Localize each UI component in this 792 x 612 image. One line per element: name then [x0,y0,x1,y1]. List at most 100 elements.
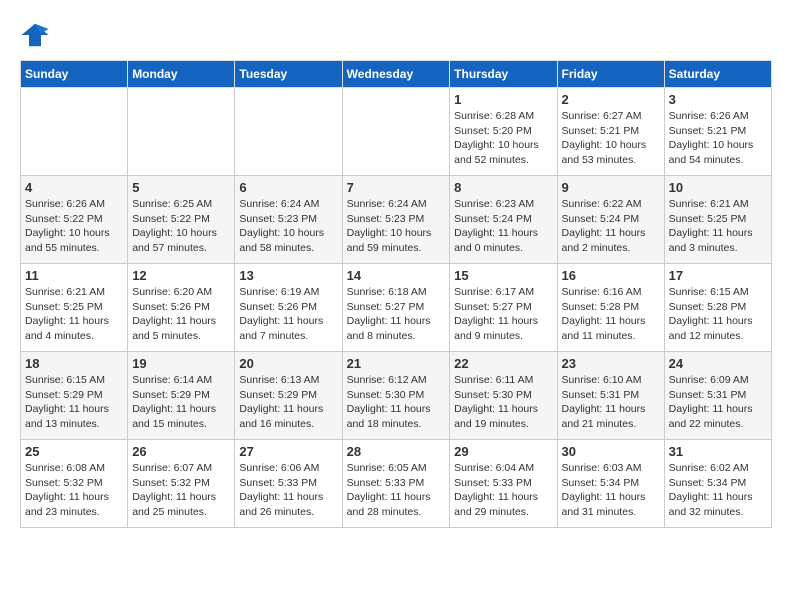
calendar-cell: 26 Sunrise: 6:07 AM Sunset: 5:32 PM Dayli… [128,440,235,528]
day-number: 11 [25,268,123,283]
day-info: Sunrise: 6:11 AM Sunset: 5:30 PM Dayligh… [454,373,552,432]
day-number: 1 [454,92,552,107]
day-info: Sunrise: 6:21 AM Sunset: 5:25 PM Dayligh… [669,197,767,256]
calendar-cell: 8 Sunrise: 6:23 AM Sunset: 5:24 PM Daylig… [450,176,557,264]
calendar-cell: 9 Sunrise: 6:22 AM Sunset: 5:24 PM Daylig… [557,176,664,264]
day-number: 31 [669,444,767,459]
calendar-cell: 21 Sunrise: 6:12 AM Sunset: 5:30 PM Dayli… [342,352,450,440]
logo-icon [20,20,50,50]
calendar-cell [235,88,342,176]
calendar-week-5: 25Sunrise: 6:08 AM Sunset: 5:32 PM Dayli… [21,440,772,528]
day-number: 8 [454,180,552,195]
calendar-cell [342,88,450,176]
day-info: Sunrise: 6:03 AM Sunset: 5:34 PM Dayligh… [562,461,660,520]
calendar-header-row: SundayMondayTuesdayWednesdayThursdayFrid… [21,61,772,88]
calendar-cell: 20Sunrise: 6:13 AM Sunset: 5:29 PM Dayli… [235,352,342,440]
calendar-cell: 5 Sunrise: 6:25 AM Sunset: 5:22 PM Daylig… [128,176,235,264]
day-info: Sunrise: 6:12 AM Sunset: 5:30 PM Dayligh… [347,373,446,432]
calendar-cell: 11 Sunrise: 6:21 AM Sunset: 5:25 PM Dayli… [21,264,128,352]
calendar-cell: 17 Sunrise: 6:15 AM Sunset: 5:28 PM Dayli… [664,264,771,352]
day-info: Sunrise: 6:20 AM Sunset: 5:26 PM Dayligh… [132,285,230,344]
calendar-cell: 24 Sunrise: 6:09 AM Sunset: 5:31 PM Dayli… [664,352,771,440]
header-monday: Monday [128,61,235,88]
day-number: 21 [347,356,446,371]
calendar-cell: 3Sunrise: 6:26 AM Sunset: 5:21 PM Daylig… [664,88,771,176]
calendar-cell: 30 Sunrise: 6:03 AM Sunset: 5:34 PM Dayli… [557,440,664,528]
day-info: Sunrise: 6:24 AM Sunset: 5:23 PM Dayligh… [347,197,446,256]
header-saturday: Saturday [664,61,771,88]
day-info: Sunrise: 6:25 AM Sunset: 5:22 PM Dayligh… [132,197,230,256]
day-number: 3 [669,92,767,107]
day-info: Sunrise: 6:23 AM Sunset: 5:24 PM Dayligh… [454,197,552,256]
day-info: Sunrise: 6:04 AM Sunset: 5:33 PM Dayligh… [454,461,552,520]
day-number: 9 [562,180,660,195]
day-number: 14 [347,268,446,283]
calendar-cell [128,88,235,176]
calendar-cell [21,88,128,176]
day-info: Sunrise: 6:10 AM Sunset: 5:31 PM Dayligh… [562,373,660,432]
day-number: 15 [454,268,552,283]
calendar-cell: 1 Sunrise: 6:28 AM Sunset: 5:20 PM Daylig… [450,88,557,176]
calendar-cell: 23 Sunrise: 6:10 AM Sunset: 5:31 PM Dayli… [557,352,664,440]
day-number: 10 [669,180,767,195]
day-info: Sunrise: 6:19 AM Sunset: 5:26 PM Dayligh… [239,285,337,344]
calendar-cell: 22 Sunrise: 6:11 AM Sunset: 5:30 PM Dayli… [450,352,557,440]
day-info: Sunrise: 6:17 AM Sunset: 5:27 PM Dayligh… [454,285,552,344]
header-thursday: Thursday [450,61,557,88]
calendar-cell: 10 Sunrise: 6:21 AM Sunset: 5:25 PM Dayli… [664,176,771,264]
day-number: 13 [239,268,337,283]
day-number: 17 [669,268,767,283]
day-info: Sunrise: 6:07 AM Sunset: 5:32 PM Dayligh… [132,461,230,520]
header-tuesday: Tuesday [235,61,342,88]
day-number: 7 [347,180,446,195]
day-info: Sunrise: 6:27 AM Sunset: 5:21 PM Dayligh… [562,109,660,168]
day-number: 24 [669,356,767,371]
day-number: 23 [562,356,660,371]
calendar-cell: 31 Sunrise: 6:02 AM Sunset: 5:34 PM Dayli… [664,440,771,528]
calendar-cell: 19Sunrise: 6:14 AM Sunset: 5:29 PM Dayli… [128,352,235,440]
day-info: Sunrise: 6:21 AM Sunset: 5:25 PM Dayligh… [25,285,123,344]
calendar-cell: 25Sunrise: 6:08 AM Sunset: 5:32 PM Dayli… [21,440,128,528]
day-number: 12 [132,268,230,283]
day-info: Sunrise: 6:08 AM Sunset: 5:32 PM Dayligh… [25,461,123,520]
day-number: 19 [132,356,230,371]
day-number: 29 [454,444,552,459]
calendar-cell: 6Sunrise: 6:24 AM Sunset: 5:23 PM Daylig… [235,176,342,264]
calendar-cell: 14Sunrise: 6:18 AM Sunset: 5:27 PM Dayli… [342,264,450,352]
day-number: 4 [25,180,123,195]
calendar-cell: 27Sunrise: 6:06 AM Sunset: 5:33 PM Dayli… [235,440,342,528]
day-number: 2 [562,92,660,107]
day-number: 28 [347,444,446,459]
calendar-cell: 28 Sunrise: 6:05 AM Sunset: 5:33 PM Dayli… [342,440,450,528]
day-number: 27 [239,444,337,459]
day-info: Sunrise: 6:02 AM Sunset: 5:34 PM Dayligh… [669,461,767,520]
day-number: 22 [454,356,552,371]
header-sunday: Sunday [21,61,128,88]
day-info: Sunrise: 6:15 AM Sunset: 5:28 PM Dayligh… [669,285,767,344]
day-number: 26 [132,444,230,459]
calendar-cell: 13 Sunrise: 6:19 AM Sunset: 5:26 PM Dayli… [235,264,342,352]
page-header [20,20,772,50]
day-number: 5 [132,180,230,195]
day-number: 30 [562,444,660,459]
day-info: Sunrise: 6:22 AM Sunset: 5:24 PM Dayligh… [562,197,660,256]
calendar-cell: 15 Sunrise: 6:17 AM Sunset: 5:27 PM Dayli… [450,264,557,352]
calendar-cell: 18 Sunrise: 6:15 AM Sunset: 5:29 PM Dayli… [21,352,128,440]
header-friday: Friday [557,61,664,88]
day-number: 6 [239,180,337,195]
calendar-week-2: 4 Sunrise: 6:26 AM Sunset: 5:22 PM Daylig… [21,176,772,264]
calendar-cell: 7 Sunrise: 6:24 AM Sunset: 5:23 PM Daylig… [342,176,450,264]
day-number: 16 [562,268,660,283]
day-info: Sunrise: 6:05 AM Sunset: 5:33 PM Dayligh… [347,461,446,520]
calendar-cell: 16 Sunrise: 6:16 AM Sunset: 5:28 PM Dayli… [557,264,664,352]
day-info: Sunrise: 6:26 AM Sunset: 5:22 PM Dayligh… [25,197,123,256]
day-info: Sunrise: 6:16 AM Sunset: 5:28 PM Dayligh… [562,285,660,344]
header-wednesday: Wednesday [342,61,450,88]
day-info: Sunrise: 6:15 AM Sunset: 5:29 PM Dayligh… [25,373,123,432]
calendar-week-4: 18 Sunrise: 6:15 AM Sunset: 5:29 PM Dayli… [21,352,772,440]
calendar-week-1: 1 Sunrise: 6:28 AM Sunset: 5:20 PM Daylig… [21,88,772,176]
day-number: 18 [25,356,123,371]
calendar-cell: 12 Sunrise: 6:20 AM Sunset: 5:26 PM Dayli… [128,264,235,352]
day-info: Sunrise: 6:09 AM Sunset: 5:31 PM Dayligh… [669,373,767,432]
day-info: Sunrise: 6:28 AM Sunset: 5:20 PM Dayligh… [454,109,552,168]
